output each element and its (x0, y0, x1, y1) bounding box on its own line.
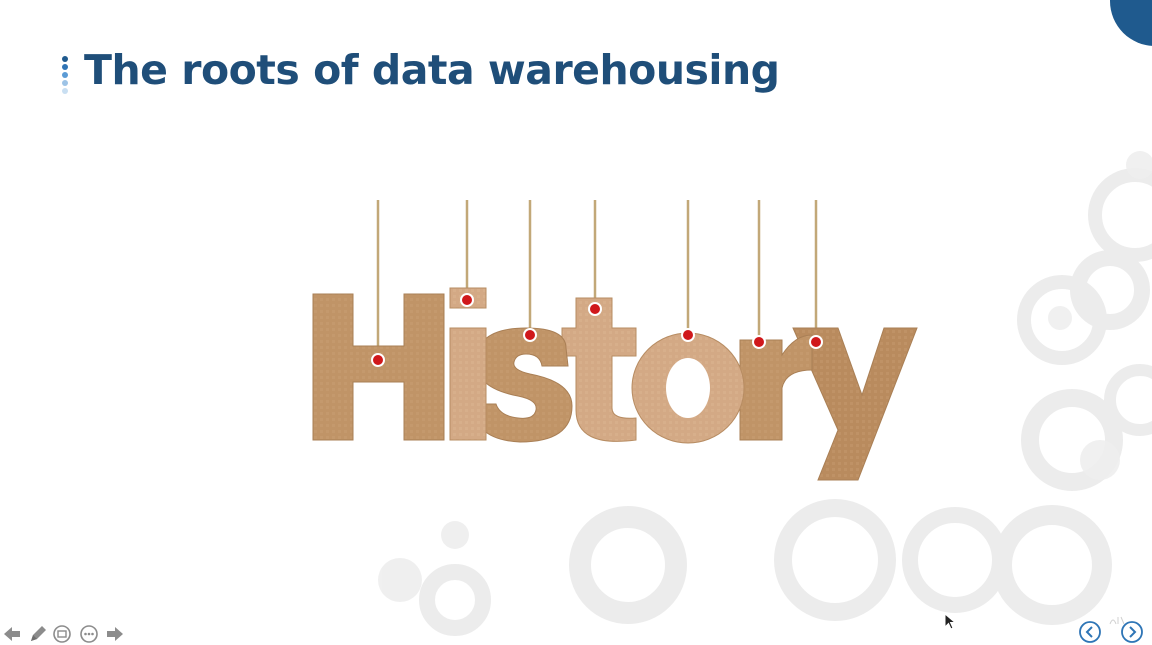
history-hanging-letters-image (312, 200, 918, 481)
mouse-cursor-icon (944, 613, 956, 630)
next-slide-icon[interactable] (1120, 620, 1144, 644)
more-icon[interactable] (79, 624, 99, 644)
arrow-left-icon[interactable] (2, 624, 22, 644)
previous-slide-icon[interactable] (1078, 620, 1102, 644)
slide-title: The roots of data warehousing (84, 46, 780, 94)
slide: The roots of data warehousing (0, 0, 1152, 645)
slides-icon[interactable] (52, 624, 72, 644)
arrow-right-icon[interactable] (105, 624, 125, 644)
history-letters (312, 287, 918, 481)
vertical-dots-icon (60, 56, 70, 96)
pen-icon[interactable] (28, 624, 48, 644)
slideshow-toolbar (0, 624, 140, 645)
